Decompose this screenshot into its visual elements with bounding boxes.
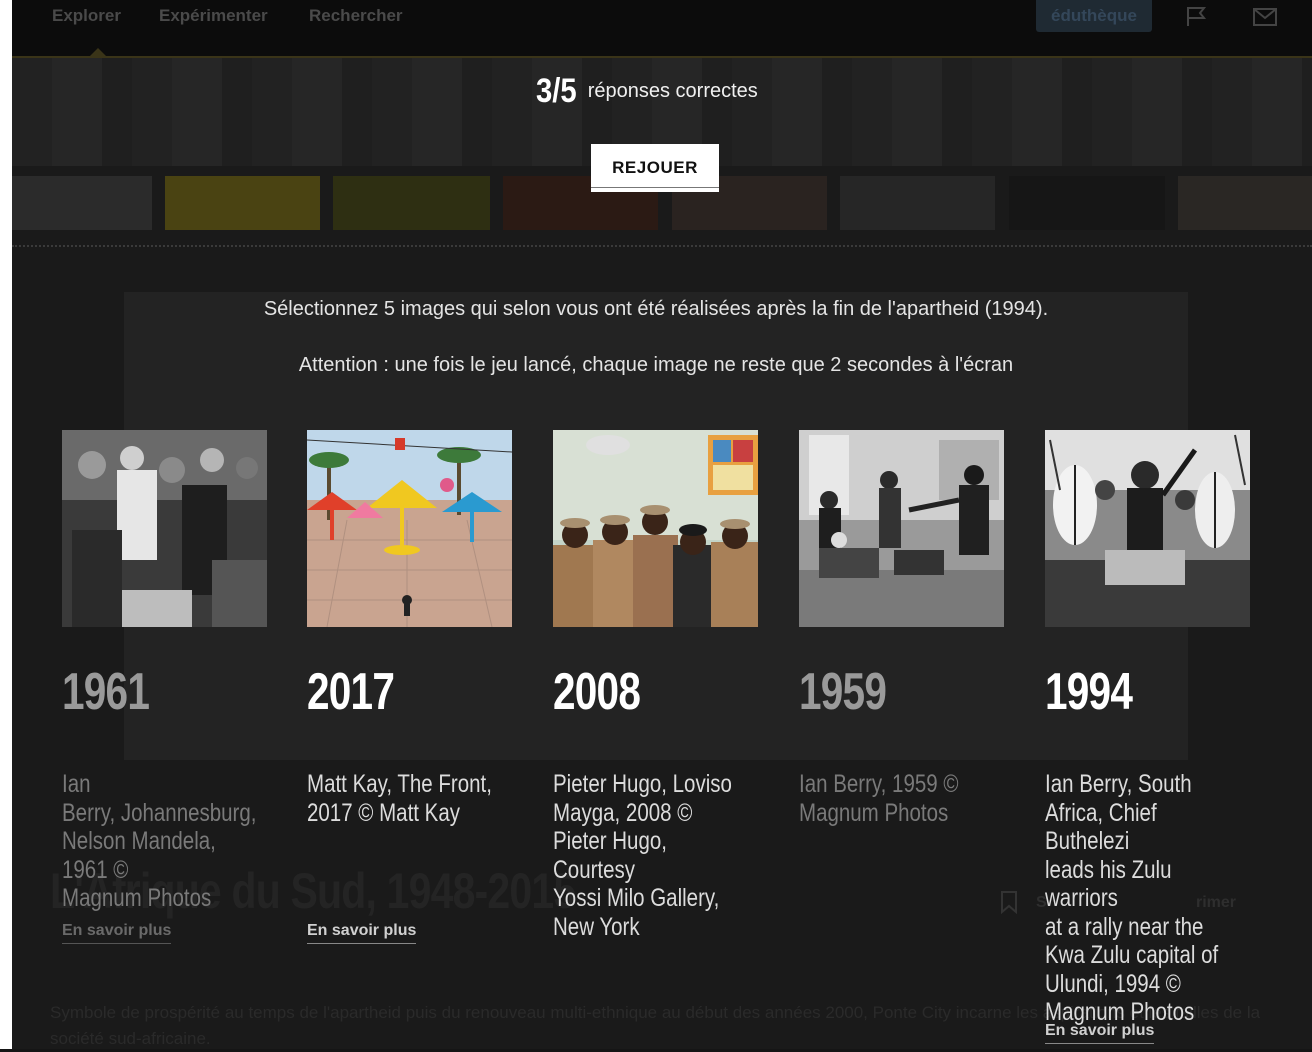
thumbnail[interactable] <box>12 176 152 230</box>
year-label: 1994 <box>1045 663 1133 721</box>
photo-1994[interactable] <box>1045 430 1250 627</box>
thumbnail[interactable] <box>1178 176 1312 230</box>
photo-caption: Ian Berry, 1959 © Magnum Photos <box>799 770 959 827</box>
year-label: 2017 <box>307 663 395 721</box>
thumbnail[interactable] <box>1009 176 1165 230</box>
photo-card[interactable]: 2008 Pieter Hugo, Loviso Mayga, 2008 © P… <box>553 430 758 941</box>
nav-rechercher[interactable]: Rechercher <box>309 6 403 26</box>
bookmark-icon[interactable] <box>1000 890 1018 914</box>
photo-2017[interactable] <box>307 430 512 627</box>
photo-card[interactable]: 1959 Ian Berry, 1959 © Magnum Photos <box>799 430 1004 827</box>
nav-experimenter[interactable]: Expérimenter <box>159 6 268 26</box>
year-label: 2008 <box>553 663 641 721</box>
year-label: 1961 <box>62 663 150 721</box>
envelope-icon[interactable] <box>1252 6 1278 28</box>
game-warning: Attention : une fois le jeu lancé, chaqu… <box>298 354 1014 376</box>
thumbnail[interactable] <box>333 176 490 230</box>
score-display: 3/5 réponses correctes <box>536 72 758 111</box>
photo-caption: Pieter Hugo, Loviso Mayga, 2008 © Pieter… <box>553 770 732 941</box>
game-instruction: Sélectionnez 5 images qui selon vous ont… <box>263 298 1049 320</box>
score-label: réponses correctes <box>587 80 758 102</box>
thumbnail[interactable] <box>165 176 320 230</box>
dotted-divider <box>12 245 1312 247</box>
top-navigation: Explorer Expérimenter Rechercher éduthèq… <box>12 0 1312 58</box>
photo-caption: Matt Kay, The Front, 2017 © Matt Kay <box>307 770 492 827</box>
learn-more-link[interactable]: En savoir plus <box>307 922 417 944</box>
learn-more-link[interactable]: En savoir plus <box>62 922 172 944</box>
edutheque-button[interactable]: éduthèque <box>1036 0 1152 32</box>
photo-1961[interactable] <box>62 430 267 627</box>
year-label: 1959 <box>799 663 887 721</box>
photo-card[interactable]: 2017 Matt Kay, The Front, 2017 © Matt Ka… <box>307 430 512 944</box>
flag-icon[interactable] <box>1184 6 1210 28</box>
photo-caption: Ian Berry, South Africa, Chief Buthelezi… <box>1045 770 1219 1026</box>
photo-card[interactable]: 1961 Ian Berry, Johannesburg, Nelson Man… <box>62 430 267 944</box>
photo-1959[interactable] <box>799 430 1004 627</box>
learn-more-link[interactable]: En savoir plus <box>1045 1022 1155 1044</box>
score-value: 3/5 <box>536 72 577 110</box>
photo-caption: Ian Berry, Johannesburg, Nelson Mandela,… <box>62 770 257 912</box>
replay-button[interactable]: REJOUER <box>591 144 719 192</box>
left-edge <box>0 0 12 1049</box>
nav-active-indicator <box>90 48 106 56</box>
thumbnail[interactable] <box>840 176 995 230</box>
photo-2008[interactable] <box>553 430 758 627</box>
nav-explorer[interactable]: Explorer <box>52 6 121 26</box>
photo-card[interactable]: 1994 Ian Berry, South Africa, Chief Buth… <box>1045 430 1250 1044</box>
